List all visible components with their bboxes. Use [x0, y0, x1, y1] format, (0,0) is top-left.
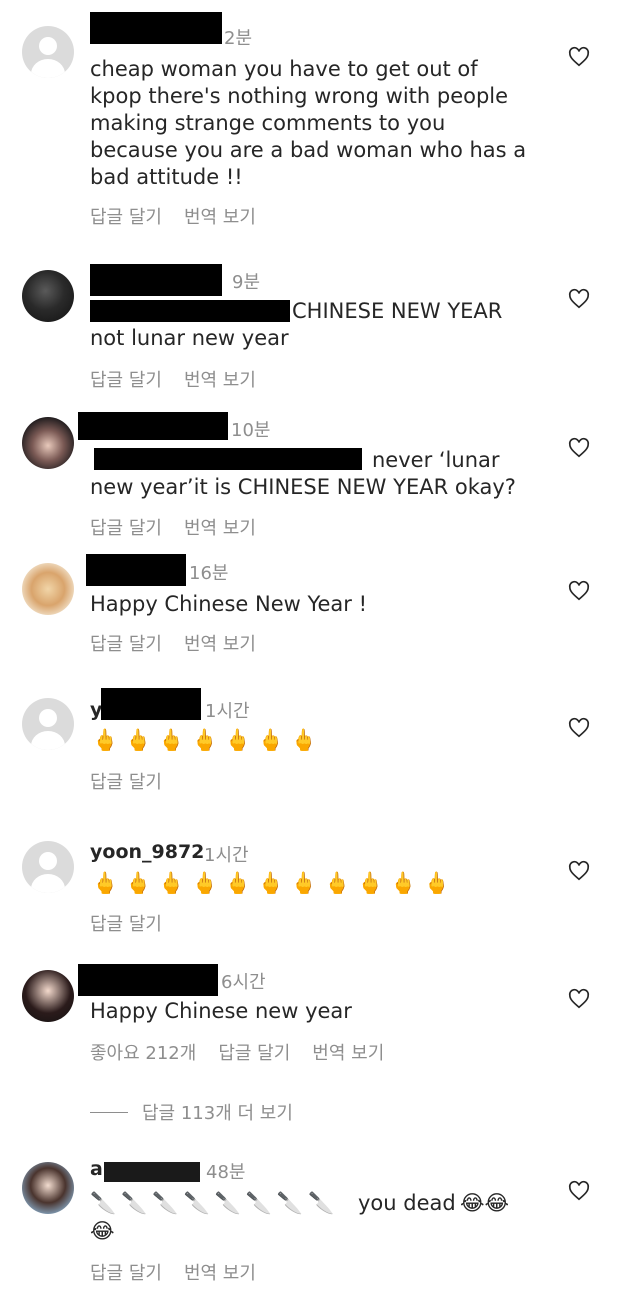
reply-button[interactable]: 답글 달기: [218, 1043, 290, 1064]
reply-button[interactable]: 답글 달기: [90, 370, 162, 391]
comment-emoji: 🖕🖕🖕🖕🖕🖕🖕: [92, 728, 325, 752]
translate-button[interactable]: 번역 보기: [184, 518, 256, 539]
comment-text: Happy Chinese New Year !: [90, 592, 368, 616]
view-more-replies-button[interactable]: 답글 113개 더 보기: [90, 1099, 293, 1125]
heart-outline-icon[interactable]: [568, 46, 590, 68]
reply-button[interactable]: 답글 달기: [90, 207, 162, 228]
redacted-username: [90, 264, 222, 296]
translate-button[interactable]: 번역 보기: [184, 1263, 256, 1284]
comment-time: 6시간: [221, 972, 266, 993]
comment-time: 10분: [231, 420, 271, 441]
reply-button[interactable]: 답글 달기: [90, 634, 162, 655]
comment-text: you dead: [358, 1191, 456, 1215]
avatar[interactable]: [22, 270, 74, 322]
translate-button[interactable]: 번역 보기: [312, 1043, 384, 1064]
comment-text-line: new year’it is CHINESE NEW YEAR okay?: [90, 475, 516, 499]
avatar[interactable]: [22, 841, 74, 893]
reply-button[interactable]: 답글 달기: [90, 1263, 162, 1284]
avatar[interactable]: [22, 563, 74, 615]
translate-button[interactable]: 번역 보기: [184, 370, 256, 391]
redacted-username: [90, 12, 222, 44]
view-more-replies-label: 답글 113개 더 보기: [142, 1103, 293, 1124]
reply-button[interactable]: 답글 달기: [90, 518, 162, 539]
avatar[interactable]: [22, 1162, 74, 1214]
avatar[interactable]: [22, 698, 74, 750]
comment-actions: 답글 달기 번역 보기: [90, 630, 278, 656]
comment-actions: 답글 달기 번역 보기: [90, 514, 278, 540]
comment-actions: 답글 달기 번역 보기: [90, 366, 278, 392]
comment-time: 16분: [189, 563, 229, 584]
redacted-username: [101, 688, 201, 720]
comment-text-line: cheap woman you have to get out of: [90, 57, 478, 81]
laughing-emoji: 😂: [90, 1219, 115, 1243]
redacted-username: [104, 1162, 200, 1182]
heart-outline-icon[interactable]: [568, 437, 590, 459]
comment-time: 9분: [232, 272, 261, 293]
redacted-mention: [90, 300, 290, 322]
comment-text-line: never ‘lunar: [372, 448, 500, 472]
comment-text: Happy Chinese new year: [90, 999, 352, 1023]
comment-emoji: 🖕🖕🖕🖕🖕🖕🖕🖕🖕🖕🖕: [92, 871, 457, 895]
comment-time: 2분: [224, 28, 253, 49]
translate-button[interactable]: 번역 보기: [184, 207, 256, 228]
heart-outline-icon[interactable]: [568, 580, 590, 602]
redacted-mention: [94, 448, 362, 470]
heart-outline-icon[interactable]: [568, 988, 590, 1010]
comment-actions: 좋아요 212개 답글 달기 번역 보기: [90, 1039, 406, 1065]
divider-line: [90, 1111, 128, 1113]
heart-outline-icon[interactable]: [568, 717, 590, 739]
comment-text-line: making strange comments to you: [90, 111, 446, 135]
reply-button[interactable]: 답글 달기: [90, 772, 162, 793]
comment-text-line: CHINESE NEW YEAR: [292, 299, 503, 323]
comment-time: 48분: [206, 1162, 246, 1183]
username[interactable]: yoon_9872: [90, 841, 204, 863]
username-partial[interactable]: a: [90, 1158, 103, 1180]
comment-text-line: kpop there's nothing wrong with people: [90, 84, 509, 108]
like-count[interactable]: 좋아요 212개: [90, 1043, 196, 1064]
comment-actions: 답글 달기 번역 보기: [90, 203, 278, 229]
comment-text-line: because you are a bad woman who has a: [90, 138, 527, 162]
comment-actions: 답글 달기 번역 보기: [90, 1259, 278, 1285]
comment-time: 1시간: [205, 701, 250, 722]
comment-text-line: bad attitude !!: [90, 165, 243, 189]
translate-button[interactable]: 번역 보기: [184, 634, 256, 655]
comment-actions: 답글 달기: [90, 910, 184, 936]
heart-outline-icon[interactable]: [568, 860, 590, 882]
comment-text-line: not lunar new year: [90, 326, 289, 350]
heart-outline-icon[interactable]: [568, 288, 590, 310]
redacted-username: [78, 412, 228, 440]
heart-outline-icon[interactable]: [568, 1180, 590, 1202]
avatar[interactable]: [22, 417, 74, 469]
redacted-username: [86, 554, 186, 586]
knife-emoji: 🔪🔪🔪🔪🔪🔪🔪🔪: [90, 1191, 340, 1215]
redacted-username: [78, 964, 218, 996]
reply-button[interactable]: 답글 달기: [90, 914, 162, 935]
avatar[interactable]: [22, 26, 74, 78]
laughing-emoji: 😂😂: [460, 1191, 510, 1215]
comment-actions: 답글 달기: [90, 768, 184, 794]
comment-time: 1시간: [204, 845, 249, 866]
avatar[interactable]: [22, 970, 74, 1022]
